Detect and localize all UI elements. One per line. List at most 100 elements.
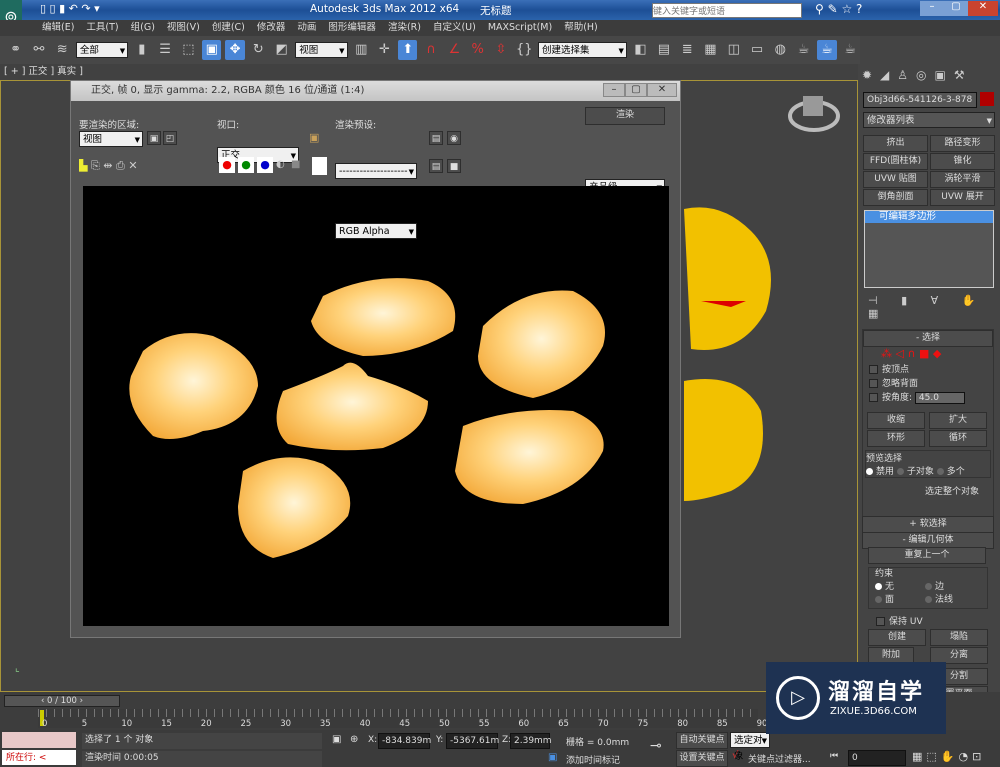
clear-icon[interactable]: ✕ [128, 159, 137, 172]
monochrome-icon[interactable]: ■ [291, 157, 303, 173]
preview-subobject-radio[interactable]: 子对象 [896, 467, 934, 477]
rotate-icon[interactable]: ↻ [249, 40, 268, 60]
rollout-header[interactable]: - 选择 [863, 330, 993, 347]
constraint-face-radio[interactable]: 面 [875, 594, 925, 607]
goto-start-icon[interactable]: ⏮ [830, 751, 838, 761]
command-panel-tabs[interactable]: ✹◢♙◎▣⚒ [862, 68, 998, 86]
time-tag-icon[interactable]: ▣ [548, 752, 557, 763]
angle-snap-icon[interactable]: ∠ [445, 40, 464, 60]
key-filters-icon[interactable]: √ [732, 750, 738, 761]
menu-animation[interactable]: 动画 [297, 20, 316, 36]
curve-editor-icon[interactable]: ◫ [724, 40, 743, 60]
key-filters-button[interactable]: 关键点过滤器... [748, 752, 811, 765]
search-input[interactable] [652, 3, 802, 18]
z-coordinate[interactable]: 2.39mm [510, 733, 552, 749]
viewport-nav-icons[interactable]: ▦⬚✋◔⊡ [912, 750, 985, 763]
move-icon[interactable]: ✥ [225, 40, 245, 60]
environment-icon[interactable]: ◉ [447, 131, 461, 145]
clone-window-icon[interactable]: ⇹ [103, 159, 112, 172]
auto-region-icon[interactable]: ◰ [163, 131, 177, 145]
modifier-button[interactable]: 挤出 [863, 135, 928, 152]
auto-key-button[interactable]: 自动关键点 [676, 732, 728, 749]
material-editor-icon[interactable]: ◍ [771, 40, 790, 60]
menu-group[interactable]: 组(G) [131, 20, 155, 36]
edit-region-icon[interactable]: ▣ [147, 131, 161, 145]
manipulate-icon[interactable]: ✛ [375, 40, 394, 60]
green-channel-button[interactable]: ● [238, 157, 254, 173]
link-icon[interactable]: ⚭ [6, 40, 25, 60]
modifier-button[interactable]: 涡轮平滑 [930, 171, 995, 188]
by-angle-checkbox[interactable]: 按角度: 45.0 [869, 391, 987, 405]
preview-multi-radio[interactable]: 多个 [936, 467, 965, 477]
modifier-button[interactable]: 锥化 [930, 153, 995, 170]
create-button[interactable]: 创建 [868, 629, 926, 646]
collapse-button[interactable]: 塌陷 [930, 629, 988, 646]
selection-lock-icon[interactable]: ▣ [332, 734, 341, 745]
ref-coord-dropdown[interactable]: 视图 [295, 42, 348, 59]
red-channel-button[interactable]: ● [219, 157, 235, 173]
menu-modifiers[interactable]: 修改器 [257, 20, 286, 36]
render-button[interactable]: 渲染 [585, 107, 665, 125]
alpha-channel-icon[interactable]: ◐ [276, 157, 288, 173]
rect-selection-icon[interactable]: ⬚ [179, 40, 198, 60]
constraint-none-radio[interactable]: 无 [875, 581, 925, 594]
render-icon[interactable]: ☕ [841, 40, 860, 60]
edit-named-sel-icon[interactable]: {} [515, 40, 534, 60]
subobject-icons[interactable]: ⁂ ◁ ∩ ■ ◆ [863, 347, 993, 360]
render-setup-icon[interactable]: ☕ [794, 40, 813, 60]
absolute-mode-icon[interactable]: ⊕ [350, 734, 358, 745]
maxscript-mini[interactable]: 所在行: < [2, 750, 76, 765]
save-image-icon[interactable]: ▙ [79, 159, 87, 172]
ignore-backfacing-checkbox[interactable]: 忽略背面 [869, 377, 987, 391]
channel-dropdown[interactable]: RGB Alpha [335, 223, 417, 240]
selection-set-dropdown[interactable]: 选定对象 [730, 732, 770, 762]
menu-graph-editors[interactable]: 图形编辑器 [328, 20, 376, 36]
menu-customize[interactable]: 自定义(U) [433, 20, 476, 36]
object-color-swatch[interactable] [980, 92, 994, 106]
maximize-button[interactable]: ▢ [944, 1, 968, 16]
select-object-icon[interactable]: ▮ [132, 40, 151, 60]
viewport-label[interactable]: [ + ] 正交 ] 真实 ] [0, 64, 860, 80]
snap-icon[interactable]: ∩ [421, 40, 440, 60]
preset-dropdown[interactable]: -------------------- [335, 163, 417, 180]
bind-space-warp-icon[interactable]: ≋ [53, 40, 72, 60]
scale-icon[interactable]: ◩ [272, 40, 291, 60]
rw-minimize-button[interactable]: – [603, 83, 625, 97]
grow-button[interactable]: 扩大 [929, 412, 987, 429]
align-icon[interactable]: ▤ [654, 40, 673, 60]
modifier-stack[interactable]: 可编辑多边形 [864, 210, 994, 288]
copy-image-icon[interactable]: ⎘ [91, 159, 100, 172]
close-button[interactable]: ✕ [968, 1, 998, 16]
stack-tools[interactable]: ⊣ ▮ ∀ ✋ ▦ [868, 294, 1000, 320]
minimize-button[interactable]: – [920, 1, 944, 16]
scene-explorer-icon[interactable]: ▦ [701, 40, 720, 60]
quick-access-toolbar[interactable]: ▯ ▯ ▮ ↶ ↷ ▾ [40, 2, 100, 15]
selection-filter-dropdown[interactable]: 全部 [75, 42, 129, 59]
layer-icon[interactable]: ≣ [678, 40, 697, 60]
schematic-icon[interactable]: ▭ [747, 40, 766, 60]
named-selection-dropdown[interactable]: 创建选择集 [537, 42, 627, 59]
shrink-button[interactable]: 收缩 [867, 412, 925, 429]
menu-maxscript[interactable]: MAXScript(M) [488, 20, 552, 36]
pivot-icon[interactable]: ▥ [352, 40, 371, 60]
toggle-ui-icon[interactable]: ▤ [429, 159, 443, 173]
menu-tools[interactable]: 工具(T) [86, 20, 118, 36]
angle-field[interactable]: 45.0 [914, 392, 965, 404]
modifier-button[interactable]: FFD(圆柱体) [863, 153, 928, 170]
stack-item[interactable]: 可编辑多边形 [865, 211, 993, 223]
menu-edit[interactable]: 编辑(E) [42, 20, 74, 36]
window-crossing-icon[interactable]: ▣ [202, 40, 222, 60]
print-icon[interactable]: ⎙ [116, 159, 125, 172]
percent-snap-icon[interactable]: % [468, 40, 487, 60]
constraint-normal-radio[interactable]: 法线 [925, 595, 953, 605]
modifier-button[interactable]: 倒角剖面 [863, 189, 928, 206]
toggle-overlay-icon[interactable]: ■ [447, 159, 461, 173]
preserve-uv-checkbox[interactable]: 保持 UV [876, 614, 923, 627]
ring-button[interactable]: 环形 [867, 430, 925, 447]
constraint-edge-radio[interactable]: 边 [925, 582, 944, 592]
modifier-button[interactable]: 路径变形 [930, 135, 995, 152]
current-frame-field[interactable]: 0 [848, 750, 906, 766]
modifier-button[interactable]: UVW 展开 [930, 189, 995, 206]
render-setup-icon[interactable]: ▤ [429, 131, 443, 145]
set-key-button[interactable]: 设置关键点 [676, 750, 728, 767]
